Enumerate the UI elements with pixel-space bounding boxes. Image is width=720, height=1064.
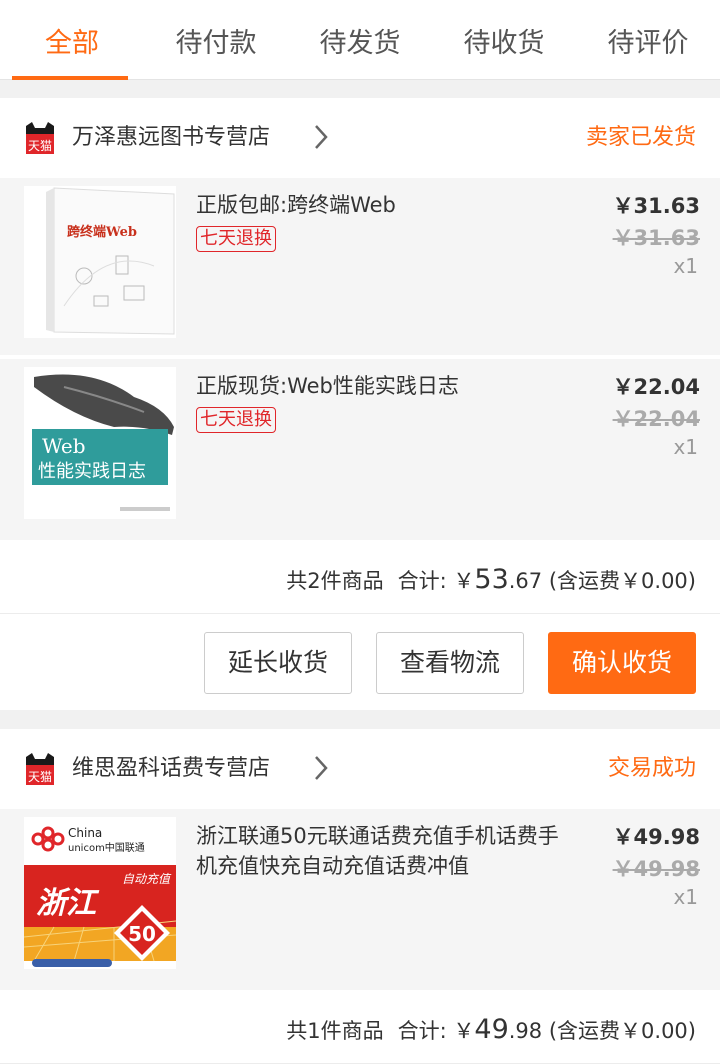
svg-text:自动充值: 自动充值 [122,872,172,886]
shop-name[interactable]: 万泽惠远图书专营店 [72,98,270,178]
total-integer: 53 [474,564,509,595]
product-title[interactable]: 正版现货:Web性能实践日志 [196,371,566,401]
order-summary: 共2件商品 合计: ￥53.67 (含运费￥0.00) [0,540,720,614]
product-price: ￥22.04 [612,375,700,399]
return-policy-badge: 七天退换 [196,407,276,433]
svg-text:性能实践日志: 性能实践日志 [38,461,146,482]
product-title[interactable]: 正版包邮:跨终端Web [196,190,566,220]
total-decimal: .67 [508,569,543,593]
total-currency: ￥ [453,1019,475,1043]
product-quantity: x1 [673,885,698,909]
product-title[interactable]: 浙江联通50元联通话费充值手机话费手机充值快充自动充值话费冲值 [196,821,576,881]
shop-name[interactable]: 维思盈科话费专营店 [72,729,270,809]
svg-text:China: China [68,826,102,840]
order-status: 卖家已发货 [585,125,696,150]
order-status: 交易成功 [607,756,696,781]
svg-text:unicom中国联通: unicom中国联通 [68,841,145,854]
tmall-logo-icon: 天猫 [26,753,54,785]
order-tabs: 全部 待付款 待发货 待收货 待评价 [0,0,720,80]
chevron-right-icon [315,125,328,149]
order-card: 天猫 维思盈科话费专营店 交易成功 China unicom中国联通 浙江 自动… [0,729,720,1064]
total-integer: 49 [474,1014,509,1045]
total-label: 合计: [397,1019,454,1043]
confirm-receipt-button[interactable]: 确认收货 [548,632,696,694]
order-actions: 延长收货 查看物流 确认收货 [0,614,720,710]
product-thumbnail[interactable]: Web 性能实践日志 [24,367,176,519]
product-original-price: ￥49.98 [612,857,700,881]
order-item[interactable]: China unicom中国联通 浙江 自动充值 50 浙江联通50元联通话费充… [0,809,720,990]
product-original-price: ￥31.63 [612,226,700,250]
order-summary: 共1件商品 合计: ￥49.98 (含运费￥0.00) [0,990,720,1064]
svg-text:天猫: 天猫 [28,139,52,153]
tab-all[interactable]: 全部 [0,0,144,80]
item-count: 共2件商品 [286,569,384,593]
product-original-price: ￥22.04 [612,407,700,431]
tab-pending-payment[interactable]: 待付款 [144,0,288,80]
order-item[interactable]: Web 性能实践日志 正版现货:Web性能实践日志 七天退换 ￥22.04 ￥2… [0,359,720,540]
tab-pending-review[interactable]: 待评价 [576,0,720,80]
svg-text:50: 50 [128,922,156,946]
shop-header[interactable]: 天猫 维思盈科话费专营店 交易成功 [0,729,720,809]
svg-text:Web: Web [42,434,86,458]
extend-receipt-button[interactable]: 延长收货 [204,632,352,694]
svg-text:浙江: 浙江 [36,886,100,921]
chevron-right-icon [315,756,328,780]
shipping-fee: (含运费￥0.00) [548,1019,696,1043]
tab-pending-shipment[interactable]: 待发货 [288,0,432,80]
return-policy-badge: 七天退换 [196,226,276,252]
total-currency: ￥ [453,569,475,593]
order-card: 天猫 万泽惠远图书专营店 卖家已发货 跨终端Web 正版包邮:跨终端Web 七天… [0,98,720,710]
order-item[interactable]: 跨终端Web 正版包邮:跨终端Web 七天退换 ￥31.63 ￥31.63 x1 [0,178,720,359]
product-thumbnail[interactable]: 跨终端Web [24,186,176,338]
total-decimal: .98 [508,1019,543,1043]
product-thumbnail[interactable]: China unicom中国联通 浙江 自动充值 50 [24,817,176,969]
view-logistics-button[interactable]: 查看物流 [376,632,524,694]
tmall-logo-icon: 天猫 [26,122,54,154]
shipping-fee: (含运费￥0.00) [548,569,696,593]
product-quantity: x1 [673,254,698,278]
product-quantity: x1 [673,435,698,459]
svg-text:跨终端Web: 跨终端Web [67,224,137,240]
product-price: ￥31.63 [612,194,700,218]
tab-pending-receipt[interactable]: 待收货 [432,0,576,80]
total-label: 合计: [397,569,454,593]
svg-text:天猫: 天猫 [28,770,52,784]
product-price: ￥49.98 [612,825,700,849]
item-count: 共1件商品 [286,1019,384,1043]
shop-header[interactable]: 天猫 万泽惠远图书专营店 卖家已发货 [0,98,720,178]
